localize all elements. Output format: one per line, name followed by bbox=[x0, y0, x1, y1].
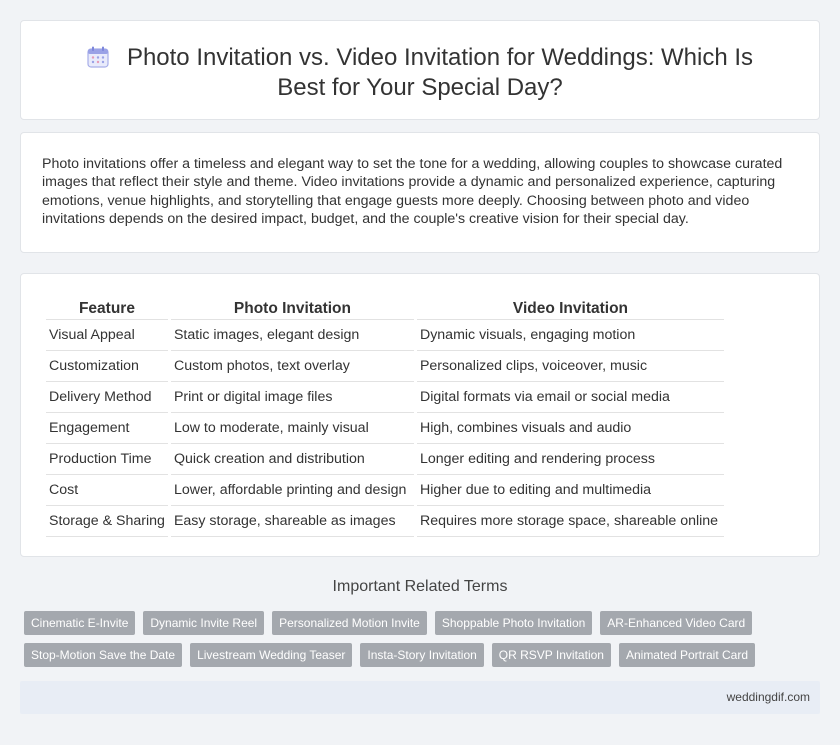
table-row: Visual Appeal Static images, elegant des… bbox=[46, 320, 724, 351]
table-cell-photo: Custom photos, text overlay bbox=[170, 351, 414, 382]
related-term-tag[interactable]: Livestream Wedding Teaser bbox=[190, 643, 353, 667]
table-cell-video: Requires more storage space, shareable o… bbox=[416, 506, 724, 537]
related-term-tag[interactable]: Insta-Story Invitation bbox=[360, 643, 484, 667]
table-cell-photo: Lower, affordable printing and design bbox=[170, 475, 414, 506]
intro-card: Photo invitations offer a timeless and e… bbox=[20, 132, 820, 253]
column-header-photo: Photo Invitation bbox=[170, 296, 414, 320]
table-cell-photo: Easy storage, shareable as images bbox=[170, 506, 414, 537]
table-cell-photo: Quick creation and distribution bbox=[170, 444, 414, 475]
table-cell-video: Digital formats via email or social medi… bbox=[416, 382, 724, 413]
table-cell-photo: Low to moderate, mainly visual bbox=[170, 413, 414, 444]
table-row: Storage & Sharing Easy storage, shareabl… bbox=[46, 506, 724, 537]
comparison-card: Feature Photo Invitation Video Invitatio… bbox=[20, 273, 820, 557]
table-cell-feature: Production Time bbox=[46, 444, 168, 475]
table-cell-photo: Print or digital image files bbox=[170, 382, 414, 413]
table-row: Delivery Method Print or digital image f… bbox=[46, 382, 724, 413]
table-cell-feature: Visual Appeal bbox=[46, 320, 168, 351]
related-terms-list: Cinematic E-Invite Dynamic Invite Reel P… bbox=[24, 611, 764, 667]
footer: weddingdif.com bbox=[20, 681, 820, 714]
table-cell-video: Personalized clips, voiceover, music bbox=[416, 351, 724, 382]
table-cell-feature: Storage & Sharing bbox=[46, 506, 168, 537]
table-cell-feature: Delivery Method bbox=[46, 382, 168, 413]
table-row: Engagement Low to moderate, mainly visua… bbox=[46, 413, 724, 444]
related-term-tag[interactable]: Cinematic E-Invite bbox=[24, 611, 136, 635]
table-cell-video: Longer editing and rendering process bbox=[416, 444, 724, 475]
column-header-feature: Feature bbox=[46, 296, 168, 320]
footer-site-link[interactable]: weddingdif.com bbox=[727, 690, 810, 704]
related-term-tag[interactable]: QR RSVP Invitation bbox=[491, 643, 611, 667]
related-term-tag[interactable]: AR-Enhanced Video Card bbox=[600, 611, 753, 635]
intro-paragraph: Photo invitations offer a timeless and e… bbox=[42, 156, 783, 227]
table-cell-video: Dynamic visuals, engaging motion bbox=[416, 320, 724, 351]
related-term-tag[interactable]: Shoppable Photo Invitation bbox=[434, 611, 593, 635]
comparison-table: Feature Photo Invitation Video Invitatio… bbox=[43, 296, 727, 537]
table-cell-video: Higher due to editing and multimedia bbox=[416, 475, 724, 506]
related-term-tag[interactable]: Dynamic Invite Reel bbox=[143, 611, 265, 635]
table-cell-video: High, combines visuals and audio bbox=[416, 413, 724, 444]
page-title: Photo Invitation vs. Video Invitation fo… bbox=[61, 43, 779, 103]
calendar-icon bbox=[87, 46, 109, 68]
related-term-tag[interactable]: Stop-Motion Save the Date bbox=[24, 643, 183, 667]
page-title-text: Photo Invitation vs. Video Invitation fo… bbox=[126, 44, 754, 101]
table-cell-feature: Cost bbox=[46, 475, 168, 506]
related-term-tag[interactable]: Personalized Motion Invite bbox=[272, 611, 427, 635]
table-row: Customization Custom photos, text overla… bbox=[46, 351, 724, 382]
table-row: Cost Lower, affordable printing and desi… bbox=[46, 475, 724, 506]
table-header-row: Feature Photo Invitation Video Invitatio… bbox=[46, 296, 724, 320]
table-cell-feature: Customization bbox=[46, 351, 168, 382]
related-terms-heading: Important Related Terms bbox=[332, 578, 508, 595]
title-card: Photo Invitation vs. Video Invitation fo… bbox=[20, 20, 820, 120]
related-term-tag[interactable]: Animated Portrait Card bbox=[618, 643, 756, 667]
table-cell-feature: Engagement bbox=[46, 413, 168, 444]
column-header-video: Video Invitation bbox=[416, 296, 724, 320]
table-cell-photo: Static images, elegant design bbox=[170, 320, 414, 351]
table-row: Production Time Quick creation and distr… bbox=[46, 444, 724, 475]
